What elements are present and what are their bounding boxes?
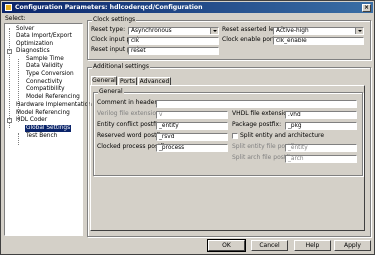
app-icon [5,4,12,11]
clock-enable-field[interactable]: clk_enable [273,37,364,45]
verilog-ext-field[interactable]: v [156,111,228,119]
reset-level-value: Active-high [276,28,309,34]
tree-item-connectivity[interactable]: Connectivity [26,79,62,86]
reserved-word-field[interactable]: _rsvd [156,133,228,141]
split-label: Split entity and architecture [240,132,325,139]
configuration-dialog: Configuration Parameters: hdlcoderqcd/Co… [0,0,375,255]
tree-item-global-settings[interactable]: Global Settings [25,125,72,132]
tree-item-data-validity[interactable]: Data Validity [26,63,63,70]
tree-item-compatibility[interactable]: Compatibility [26,86,65,93]
tree-line [9,28,10,128]
tree-item-type-conversion[interactable]: Type Conversion [26,71,74,78]
vhdl-ext-label: VHDL file extension: [232,110,293,117]
reset-type-value: Asynchronous [131,28,172,34]
window-title: Configuration Parameters: hdlcoderqcd/Co… [15,4,203,11]
clock-enable-label: Clock enable port: [222,36,277,43]
tree-item-data-import-export[interactable]: Data Import/Export [16,33,72,40]
split-arch-field[interactable]: _arch [285,155,357,163]
entity-conflict-label: Entity conflict postfix: [97,121,163,128]
tree-item-hdl-coder[interactable]: HDL Coder [16,117,47,124]
entity-conflict-field[interactable]: _entity [156,122,228,130]
tree-item-sample-time[interactable]: Sample Time [26,56,64,63]
help-button[interactable]: Help [294,240,331,251]
comment-field[interactable] [156,100,357,108]
general-title: General [98,88,124,96]
tree-item-model-referencing-diag[interactable]: Model Referencing [26,94,80,101]
tree-item-hardware-implementation[interactable]: Hardware Implementation [16,102,92,109]
package-postfix-label: Package postfix: [232,121,282,128]
ok-button[interactable]: OK [207,239,246,252]
additional-settings-title: Additional settings [92,63,150,71]
apply-button[interactable]: Apply [334,240,371,251]
tree-line [18,133,19,145]
title-bar[interactable]: Configuration Parameters: hdlcoderqcd/Co… [2,2,373,13]
collapse-icon[interactable]: - [7,118,12,123]
clocked-process-field[interactable]: _process [156,144,228,152]
reset-input-field[interactable]: reset [128,47,219,55]
close-icon[interactable]: × [362,4,371,12]
split-entity-field[interactable]: _entity [285,144,357,152]
comment-label: Comment in header: [97,99,159,106]
tree-item-optimization[interactable]: Optimization [16,41,53,48]
tree-item-model-referencing[interactable]: Model Referencing [16,110,70,117]
reset-type-select[interactable]: Asynchronous [128,27,219,35]
chevron-down-icon[interactable] [210,28,218,34]
vhdl-ext-field[interactable]: .vhd [285,111,357,119]
split-checkbox[interactable] [232,133,238,139]
verilog-ext-label: Verilog file extension: [97,110,162,117]
tree-item-diagnostics[interactable]: Diagnostics [16,48,50,55]
tree-item-solver[interactable]: Solver [16,26,34,33]
reset-level-select[interactable]: Active-high [273,27,364,35]
tree-item-test-bench[interactable]: Test Bench [26,133,57,140]
reset-type-label: Reset type: [91,26,126,33]
clock-input-field[interactable]: clk [128,37,219,45]
clock-settings-title: Clock settings [92,16,137,24]
select-label: Select: [5,15,26,22]
package-postfix-field[interactable]: _pkg [285,122,357,130]
cancel-button[interactable]: Cancel [251,240,288,251]
collapse-icon[interactable]: - [7,49,12,54]
chevron-down-icon[interactable] [355,28,363,34]
tree-pane[interactable]: Solver Data Import/Export Optimization -… [4,23,92,236]
